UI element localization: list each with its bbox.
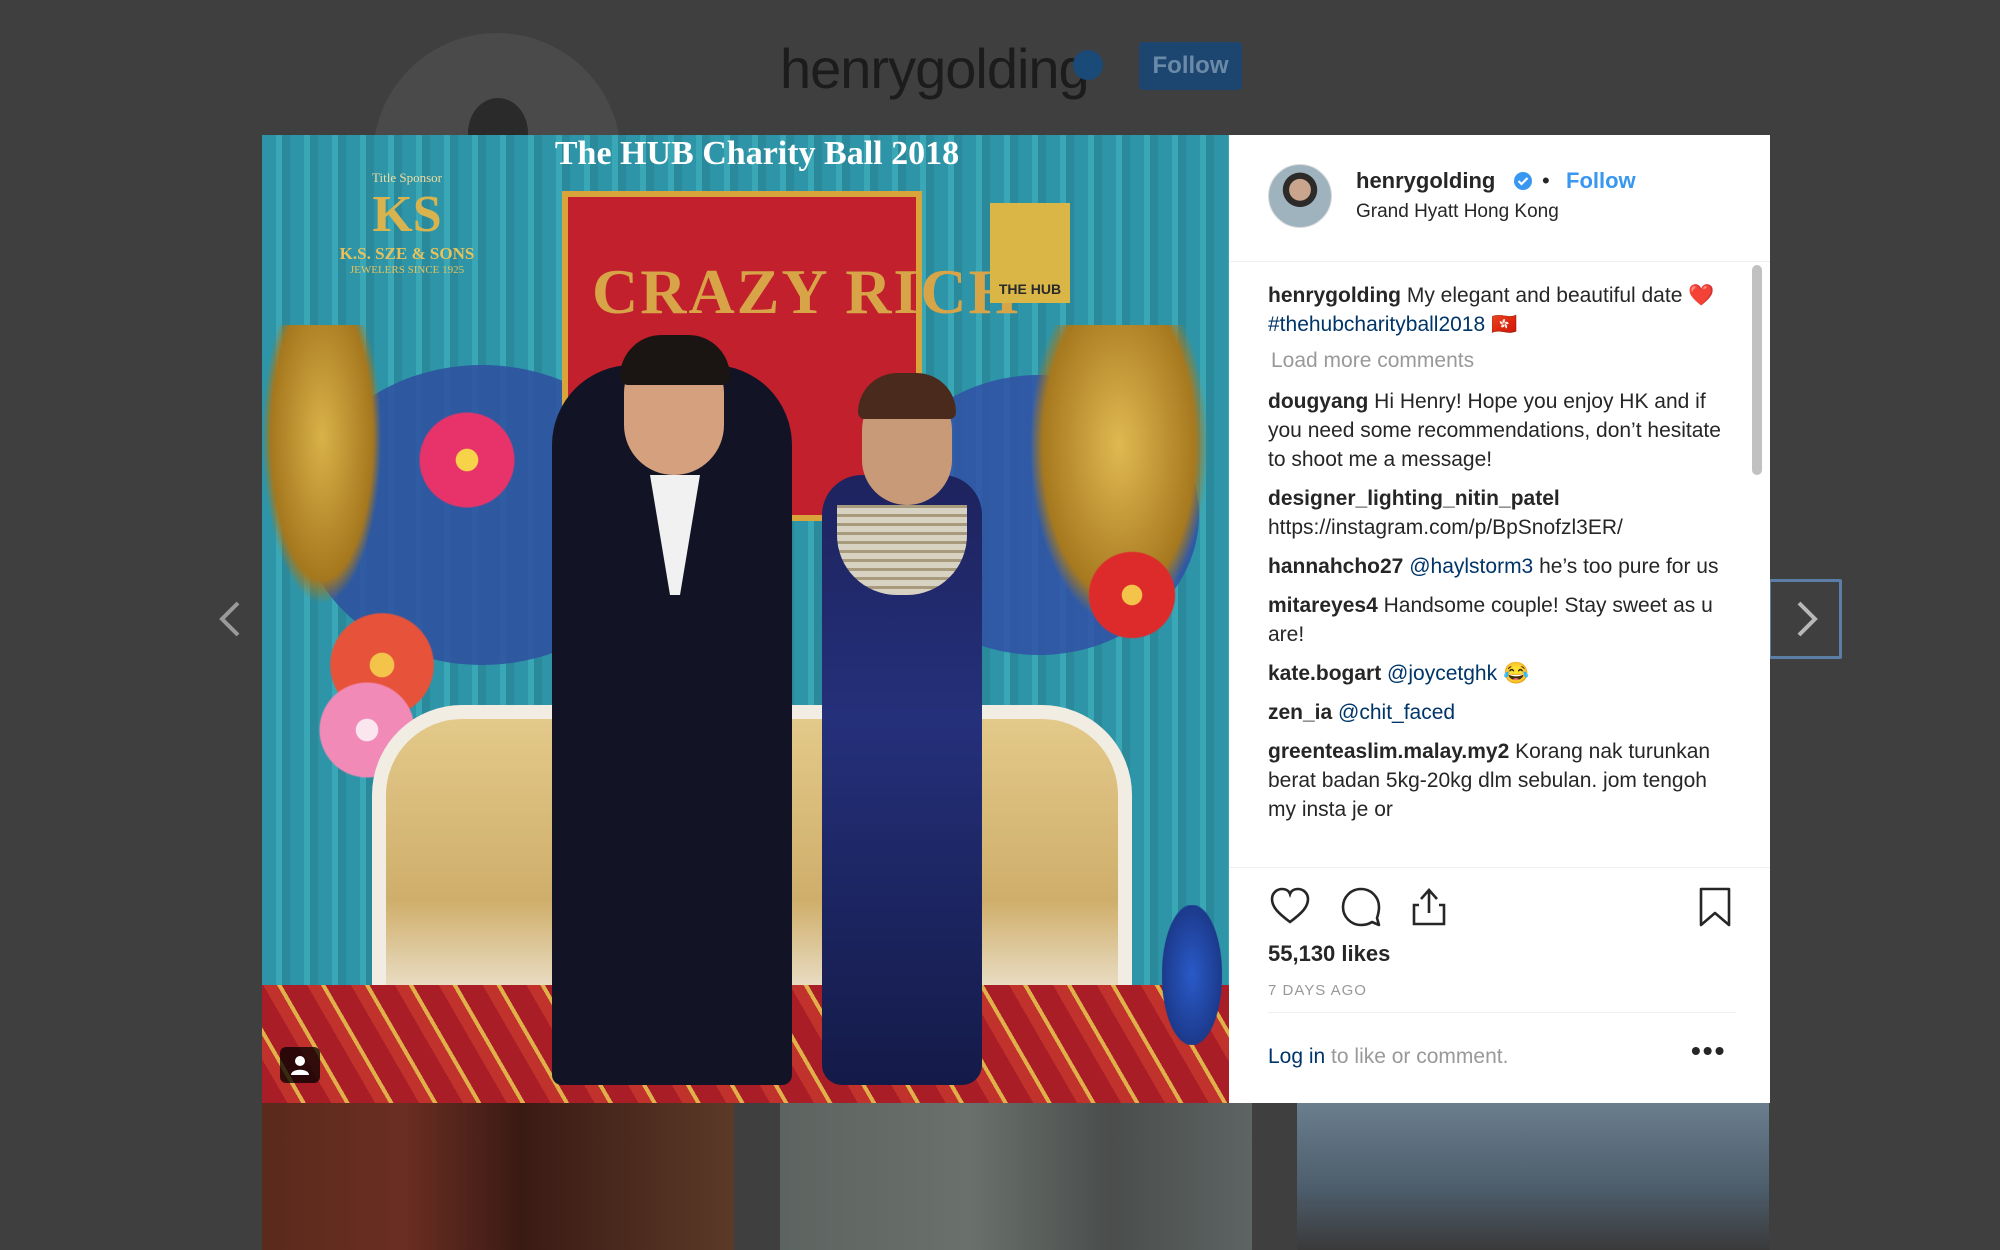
next-post-arrow-icon[interactable]	[1768, 579, 1842, 659]
follow-button[interactable]: Follow	[1566, 168, 1636, 194]
comment-username[interactable]: zen_ia	[1268, 701, 1332, 724]
comment: mitareyes4 Handsome couple! Stay sweet a…	[1268, 591, 1736, 649]
caption-text: My elegant and beautiful date ❤️	[1406, 284, 1715, 307]
profile-follow-button[interactable]: Follow	[1139, 42, 1242, 90]
user-tag-icon[interactable]	[280, 1047, 320, 1083]
comment-username[interactable]: greenteaslim.malay.my2	[1268, 740, 1509, 763]
separator-dot: •	[1542, 168, 1550, 193]
comment-username[interactable]: dougyang	[1268, 390, 1368, 413]
post-sidebar: henrygolding • Follow Grand Hyatt Hong K…	[1229, 135, 1770, 1103]
profile-post-grid	[0, 1103, 2000, 1250]
sponsor-logo-mark: KS	[372, 186, 442, 243]
caption-hashtag[interactable]: #thehubcharityball2018	[1268, 313, 1485, 336]
login-link[interactable]: Log in	[1268, 1045, 1325, 1068]
load-more-comments-button[interactable]: Load more comments	[1271, 349, 1736, 373]
comment-username[interactable]: kate.bogart	[1268, 662, 1381, 685]
comment: greenteaslim.malay.my2 Korang nak turunk…	[1268, 737, 1736, 824]
comment: designer_lighting_nitin_patel https://in…	[1268, 484, 1736, 542]
bookmark-icon[interactable]	[1693, 885, 1737, 929]
comment: kate.bogart @joycetghk 😂	[1268, 659, 1736, 688]
profile-header-background: henrygolding Follow	[0, 0, 2000, 281]
post-timestamp[interactable]: 7 DAYS AGO	[1268, 982, 1367, 999]
comment-text: he’s too pure for us	[1539, 555, 1719, 578]
previous-post-arrow-icon[interactable]	[210, 597, 254, 641]
post-modal: CRAZY RICH The HUB Charity Ball 2018 Tit…	[262, 135, 1770, 1103]
author-avatar[interactable]	[1268, 164, 1332, 228]
heart-icon[interactable]	[1268, 885, 1312, 929]
photo-horse-left	[262, 325, 382, 605]
grid-post-thumbnail[interactable]	[780, 1103, 1252, 1250]
comment: zen_ia @chit_faced	[1268, 698, 1736, 727]
divider	[1268, 1012, 1736, 1013]
caption-flag: 🇭🇰	[1491, 313, 1518, 336]
post-photo[interactable]: CRAZY RICH The HUB Charity Ball 2018 Tit…	[262, 135, 1229, 1103]
verified-icon	[1073, 50, 1103, 80]
post-location[interactable]: Grand Hyatt Hong Kong	[1356, 201, 1559, 223]
comment-username[interactable]: designer_lighting_nitin_patel	[1268, 487, 1560, 510]
profile-username: henrygolding	[780, 37, 1090, 100]
caption: henrygolding My elegant and beautiful da…	[1268, 281, 1736, 339]
login-prompt: Log in to like or comment.	[1268, 1045, 1508, 1069]
more-options-icon[interactable]: •••	[1691, 1035, 1726, 1067]
photo-flower	[1082, 545, 1182, 645]
photo-flower	[412, 405, 522, 515]
caption-username[interactable]: henrygolding	[1268, 284, 1401, 307]
login-prompt-text: to like or comment.	[1325, 1045, 1509, 1068]
sponsor-caption: Title Sponsor	[372, 170, 442, 185]
likes-count[interactable]: 55,130 likes	[1268, 941, 1390, 967]
comment-mention[interactable]: @joycetghk	[1387, 662, 1497, 685]
comment-mention[interactable]: @haylstorm3	[1409, 555, 1533, 578]
author-username[interactable]: henrygolding	[1356, 168, 1495, 194]
comment-mention[interactable]: @chit_faced	[1338, 701, 1455, 724]
comment-icon[interactable]	[1339, 885, 1383, 929]
share-icon[interactable]	[1407, 885, 1451, 929]
sponsor-name: K.S. SZE & SONS	[339, 244, 475, 263]
grid-post-thumbnail[interactable]	[262, 1103, 734, 1250]
photo-board-text: CRAZY RICH	[592, 256, 1021, 327]
sponsor-subtitle: JEWELERS SINCE 1925	[349, 264, 465, 276]
hub-logo: THE HUB	[990, 203, 1070, 303]
post-header: henrygolding • Follow Grand Hyatt Hong K…	[1229, 135, 1770, 262]
comments-scrollbar[interactable]	[1752, 265, 1762, 475]
comment: dougyang Hi Henry! Hope you enjoy HK and…	[1268, 387, 1736, 474]
photo-peacock	[1162, 905, 1222, 1045]
sponsor-logo: Title Sponsor KS K.S. SZE & SONS JEWELER…	[322, 170, 492, 310]
verified-icon	[1514, 172, 1532, 190]
photo-man-hair	[620, 335, 730, 385]
photo-event-title: The HUB Charity Ball 2018	[554, 135, 960, 172]
comment: hannahcho27 @haylstorm3 he’s too pure fo…	[1268, 552, 1736, 581]
comment-text: https://instagram.com/p/BpSnofzl3ER/	[1268, 516, 1623, 539]
comment-username[interactable]: mitareyes4	[1268, 594, 1378, 617]
comment-text: 😂	[1502, 662, 1530, 685]
grid-post-thumbnail[interactable]	[1297, 1103, 1769, 1250]
comment-username[interactable]: hannahcho27	[1268, 555, 1403, 578]
